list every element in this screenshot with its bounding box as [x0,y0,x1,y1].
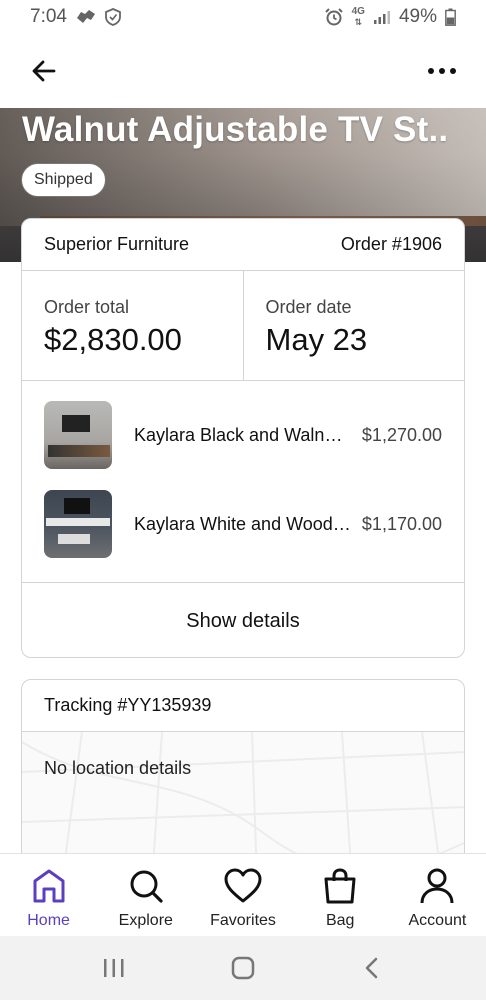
map-notification-icon [75,8,97,26]
nav-label: Account [408,912,467,929]
nav-bag[interactable]: Bag [292,854,389,936]
more-options-button[interactable] [422,51,462,91]
thumb-cabinet [46,518,110,526]
item-name: Kaylara Black and Walnut Adjustable TV S… [134,424,352,445]
order-total-cell: Order total $2,830.00 [22,271,243,380]
back-button[interactable] [24,51,64,91]
order-date-cell: Order date May 23 [242,271,465,380]
order-summary: Order total $2,830.00 Order date May 23 [22,271,464,381]
item-text: Kaylara White and Wood Adjustable TV Sta… [112,490,442,558]
product-thumbnail [44,401,112,469]
status-bar: 7:04 4G ⇅ 49% [0,0,486,34]
tracking-number: Tracking #YY135939 [22,680,464,732]
nav-home[interactable]: Home [0,854,97,936]
item-price: $1,170.00 [361,513,442,534]
recents-icon [104,959,124,977]
recents-button[interactable] [84,948,144,988]
status-badge: Shipped [21,163,106,197]
signal-icon [373,9,391,25]
home-system-button[interactable] [213,948,273,988]
shield-icon [105,8,121,26]
list-item[interactable]: Kaylara Black and Walnut Adjustable TV S… [22,401,464,490]
nav-label: Bag [325,912,355,929]
bottom-navigation: Home Explore Favorites Bag Account [0,853,486,936]
nav-account[interactable]: Account [389,854,486,936]
status-right: 4G ⇅ 49% [324,6,456,28]
battery-percent: 49% [398,6,437,27]
order-total-value: $2,830.00 [44,322,182,357]
nav-favorites[interactable]: Favorites [194,854,291,936]
order-header: Superior Furniture Order #1906 [22,219,464,271]
nav-explore[interactable]: Explore [97,854,194,936]
thumb-cabinet [48,445,110,457]
thumb-tv [62,415,90,432]
item-text: Kaylara Black and Walnut Adjustable TV S… [112,401,442,469]
status-left: 7:04 [30,6,121,28]
thumb-table [58,534,90,544]
app-bar [0,40,486,102]
search-icon [127,866,165,906]
home-icon [30,866,68,906]
back-system-button[interactable] [342,948,402,988]
order-date-value: May 23 [265,322,368,357]
network-type-label: 4G [351,6,365,17]
bag-icon [322,866,358,906]
person-icon [419,866,455,906]
product-title: Walnut Adjustable TV St.. [22,110,449,149]
product-thumbnail [44,490,112,558]
nav-label: Home [27,912,70,929]
system-navigation [0,936,486,1000]
arrow-left-icon [32,60,56,82]
battery-icon [445,8,456,26]
alarm-icon [324,7,344,27]
clock: 7:04 [30,6,67,27]
order-card: Superior Furniture Order #1906 Order tot… [21,218,465,658]
nav-label: Explore [118,912,173,929]
tracking-card: Tracking #YY135939 No location details [21,679,465,879]
order-number: Order #1906 [340,234,442,254]
list-item[interactable]: Kaylara White and Wood Adjustable TV Sta… [22,490,464,579]
thumb-tv [64,498,90,514]
item-name: Kaylara White and Wood Adjustable TV Sta… [134,513,352,534]
home-system-icon [231,956,255,980]
order-items: Kaylara Black and Walnut Adjustable TV S… [22,381,464,583]
order-date-label: Order date [265,297,352,317]
network-type-icon: 4G ⇅ [351,6,365,28]
seller-name[interactable]: Superior Furniture [44,234,189,255]
more-horizontal-icon [428,68,456,74]
chevron-left-icon [365,957,377,979]
item-price: $1,270.00 [361,424,442,445]
no-location-text: No location details [44,758,192,778]
show-details-button[interactable]: Show details [22,583,464,657]
order-total-label: Order total [44,297,130,317]
heart-icon [223,866,263,906]
nav-label: Favorites [210,912,276,929]
